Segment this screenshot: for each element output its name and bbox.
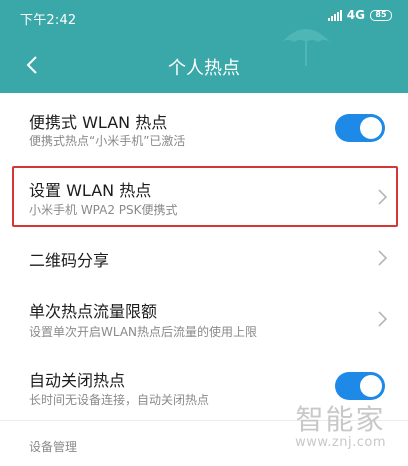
status-indicators: 4G 85	[327, 8, 392, 22]
setting-row-setup-hotspot[interactable]: 设置 WLAN 热点 小米手机 WPA2 PSK便携式	[0, 168, 408, 225]
portable-hotspot-toggle[interactable]	[335, 114, 385, 142]
page-title: 个人热点	[168, 58, 240, 79]
battery-icon: 85	[370, 9, 392, 21]
setting-row-portable-hotspot[interactable]: 便携式 WLAN 热点 便携式热点“小米手机”已激活	[0, 93, 408, 166]
status-bar: 下午2:42 4G 85	[0, 0, 408, 30]
toggle-knob	[360, 117, 382, 139]
title-bar: 个人热点	[0, 40, 408, 90]
setting-subtitle: 设置单次开启WLAN热点后流量的使用上限	[29, 325, 258, 339]
setting-title: 设置 WLAN 热点	[29, 181, 152, 200]
setting-row-qr-share[interactable]: 二维码分享	[0, 233, 408, 281]
network-type: 4G	[346, 8, 365, 22]
auto-close-toggle[interactable]	[335, 372, 385, 400]
chevron-right-icon	[378, 311, 388, 327]
watermark-url: www.znj.com	[295, 435, 386, 450]
section-header-device-management: 设备管理	[29, 440, 78, 454]
setting-title: 二维码分享	[29, 251, 110, 270]
battery-level: 85	[375, 10, 387, 19]
setting-title: 单次热点流量限额	[29, 302, 158, 321]
setting-subtitle: 便携式热点“小米手机”已激活	[29, 134, 186, 148]
toggle-knob	[360, 375, 382, 397]
watermark: 智能家 www.znj.com	[295, 403, 386, 451]
setting-title: 便携式 WLAN 热点	[29, 113, 168, 132]
status-time: 下午2:42	[20, 13, 77, 28]
watermark-text: 智能家	[295, 403, 386, 436]
setting-title: 自动关闭热点	[29, 371, 126, 390]
setting-subtitle: 小米手机 WPA2 PSK便携式	[29, 203, 178, 217]
app-header: 下午2:42 4G 85 个人热点	[0, 0, 408, 93]
chevron-right-icon	[378, 189, 388, 205]
setting-subtitle: 长时间无设备连接，自动关闭热点	[29, 393, 210, 407]
chevron-right-icon	[378, 250, 388, 266]
setting-row-data-limit[interactable]: 单次热点流量限额 设置单次开启WLAN热点后流量的使用上限	[0, 288, 408, 350]
